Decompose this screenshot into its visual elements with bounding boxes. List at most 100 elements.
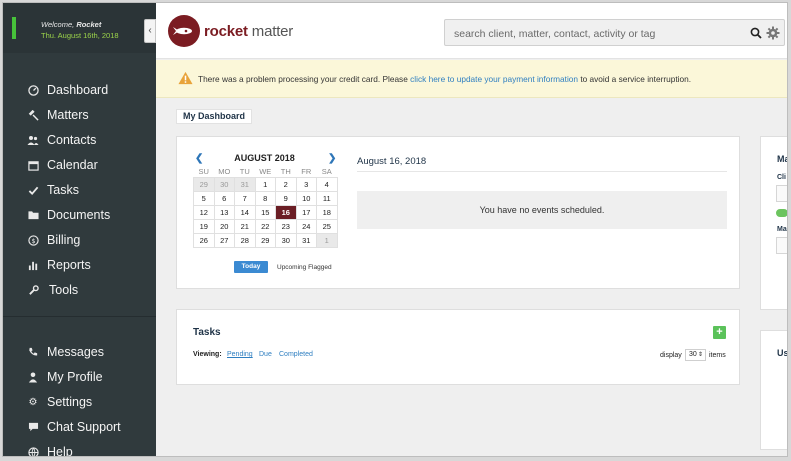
- sidebar-item-label: Reports: [47, 258, 91, 272]
- today-button[interactable]: Today: [234, 261, 268, 273]
- phone-icon: [27, 346, 39, 358]
- calendar-day[interactable]: 20: [213, 218, 235, 234]
- weekday-header: MO: [218, 166, 231, 176]
- matter-field[interactable]: [776, 237, 787, 254]
- calendar-grid: SU MO TU WE TH FR SA 29 30 31 1 2 3 4 5 6 7 8 9 10 11 12 13 14…: [193, 166, 338, 248]
- user-icon: [27, 371, 39, 383]
- calendar-day[interactable]: 19: [193, 218, 215, 234]
- panel-title: Us: [777, 348, 788, 358]
- calendar-day[interactable]: 27: [213, 232, 235, 248]
- calendar-day[interactable]: 10: [295, 190, 317, 206]
- sidebar-item-tools[interactable]: Tools: [27, 281, 78, 299]
- sidebar-item-reports[interactable]: Reports: [27, 256, 91, 274]
- matter-widget-panel: Ma Cli Ma: [760, 136, 787, 310]
- weekday-header: SU: [198, 166, 209, 176]
- sidebar-item-matters[interactable]: Matters: [27, 106, 89, 124]
- page-title: My Dashboard: [176, 109, 253, 124]
- calendar-day[interactable]: 17: [295, 204, 317, 220]
- check-icon: [27, 184, 39, 196]
- calendar-day[interactable]: 3: [295, 176, 317, 192]
- calendar-day[interactable]: 2: [275, 176, 297, 192]
- calendar-day[interactable]: 18: [316, 204, 338, 220]
- alert-message: There was a problem processing your cred…: [198, 74, 692, 84]
- calendar-day[interactable]: 5: [193, 190, 215, 206]
- calendar-day[interactable]: 26: [193, 232, 215, 248]
- calendar-day[interactable]: 23: [275, 218, 297, 234]
- calendar-day[interactable]: 12: [193, 204, 215, 220]
- svg-text:$: $: [31, 236, 35, 244]
- sidebar-item-label: My Profile: [47, 370, 103, 384]
- sidebar-item-calendar[interactable]: Calendar: [27, 156, 98, 174]
- sidebar-item-label: Tasks: [47, 183, 79, 197]
- calendar-day[interactable]: 22: [254, 218, 276, 234]
- bar-chart-icon: [27, 259, 39, 271]
- toggle-switch[interactable]: [776, 209, 787, 217]
- calendar-day[interactable]: 28: [234, 232, 256, 248]
- calendar-day[interactable]: 7: [234, 190, 256, 206]
- sidebar-divider: [3, 316, 156, 317]
- calendar-day[interactable]: 9: [275, 190, 297, 206]
- globe-icon: [27, 446, 39, 456]
- calendar-day[interactable]: 31: [234, 176, 256, 192]
- panel-title: Ma: [777, 154, 787, 164]
- calendar-day[interactable]: 13: [213, 204, 235, 220]
- gavel-icon: [27, 109, 39, 121]
- sidebar-item-tasks[interactable]: Tasks: [27, 181, 79, 199]
- client-field[interactable]: [776, 185, 787, 202]
- search-input[interactable]: search client, matter, contact, activity…: [454, 28, 655, 40]
- wrench-icon: [27, 284, 39, 296]
- sidebar-item-help[interactable]: Help: [27, 443, 73, 457]
- warning-icon: [178, 71, 193, 85]
- calendar-day[interactable]: 8: [254, 190, 276, 206]
- welcome-accent-bar: [12, 17, 16, 39]
- calendar-day[interactable]: 15: [254, 204, 276, 220]
- upcoming-flagged-link[interactable]: Upcoming Flagged: [277, 264, 332, 271]
- welcome-date: Thu. August 16th, 2018: [41, 31, 119, 40]
- items-label: items: [709, 352, 726, 359]
- search-icon[interactable]: [750, 27, 762, 39]
- calendar-day[interactable]: 6: [213, 190, 235, 206]
- calendar-day[interactable]: 25: [316, 218, 338, 234]
- sidebar-item-label: Matters: [47, 108, 89, 122]
- sidebar-item-dashboard[interactable]: Dashboard: [27, 81, 108, 99]
- sidebar-item-my-profile[interactable]: My Profile: [27, 368, 103, 386]
- calendar-day[interactable]: 30: [275, 232, 297, 248]
- app-window: Welcome, Rocket Thu. August 16th, 2018 ‹…: [2, 2, 788, 457]
- filter-pending-link[interactable]: Pending: [227, 351, 253, 358]
- logo-wordmark[interactable]: rocket matter: [204, 23, 293, 40]
- add-task-button[interactable]: +: [713, 326, 726, 339]
- calendar-day[interactable]: 29: [193, 176, 215, 192]
- sidebar-item-messages[interactable]: Messages: [27, 343, 104, 361]
- previous-month-chevron-icon[interactable]: ❮: [195, 153, 203, 164]
- weekday-header: WE: [259, 166, 272, 176]
- calendar-day[interactable]: 16: [275, 204, 297, 220]
- next-month-chevron-icon[interactable]: ❯: [328, 153, 336, 164]
- calendar-day[interactable]: 14: [234, 204, 256, 220]
- calendar-day[interactable]: 1: [254, 176, 276, 192]
- search-settings-gear-icon[interactable]: [766, 26, 780, 40]
- sidebar-item-billing[interactable]: $ Billing: [27, 231, 80, 249]
- calendar-day[interactable]: 30: [213, 176, 235, 192]
- sidebar-item-settings[interactable]: ⚙ Settings: [27, 393, 93, 411]
- calendar-day[interactable]: 31: [295, 232, 317, 248]
- calendar-day[interactable]: 4: [316, 176, 338, 192]
- sidebar-item-chat-support[interactable]: Chat Support: [27, 418, 121, 436]
- calendar-day[interactable]: 21: [234, 218, 256, 234]
- sidebar-item-contacts[interactable]: Contacts: [27, 131, 96, 149]
- calendar-day[interactable]: 24: [295, 218, 317, 234]
- calendar-day[interactable]: 1: [316, 232, 338, 248]
- update-payment-link[interactable]: click here to update your payment inform…: [410, 74, 578, 84]
- rocket-logo-icon[interactable]: [168, 15, 200, 47]
- tasks-title: Tasks: [193, 327, 221, 338]
- filter-completed-link[interactable]: Completed: [279, 351, 313, 358]
- calendar-day[interactable]: 29: [254, 232, 276, 248]
- filter-due-link[interactable]: Due: [259, 351, 272, 358]
- calendar-day[interactable]: 11: [316, 190, 338, 206]
- viewing-label: Viewing:: [193, 351, 222, 358]
- sidebar-item-label: Help: [47, 445, 73, 457]
- collapse-sidebar-button[interactable]: ‹: [144, 19, 156, 43]
- items-per-page-select[interactable]: 30 ⇕: [685, 349, 706, 361]
- sidebar-item-documents[interactable]: Documents: [27, 206, 110, 224]
- calendar-month-label: AUGUST 2018: [234, 153, 295, 163]
- search-box[interactable]: search client, matter, contact, activity…: [444, 19, 785, 46]
